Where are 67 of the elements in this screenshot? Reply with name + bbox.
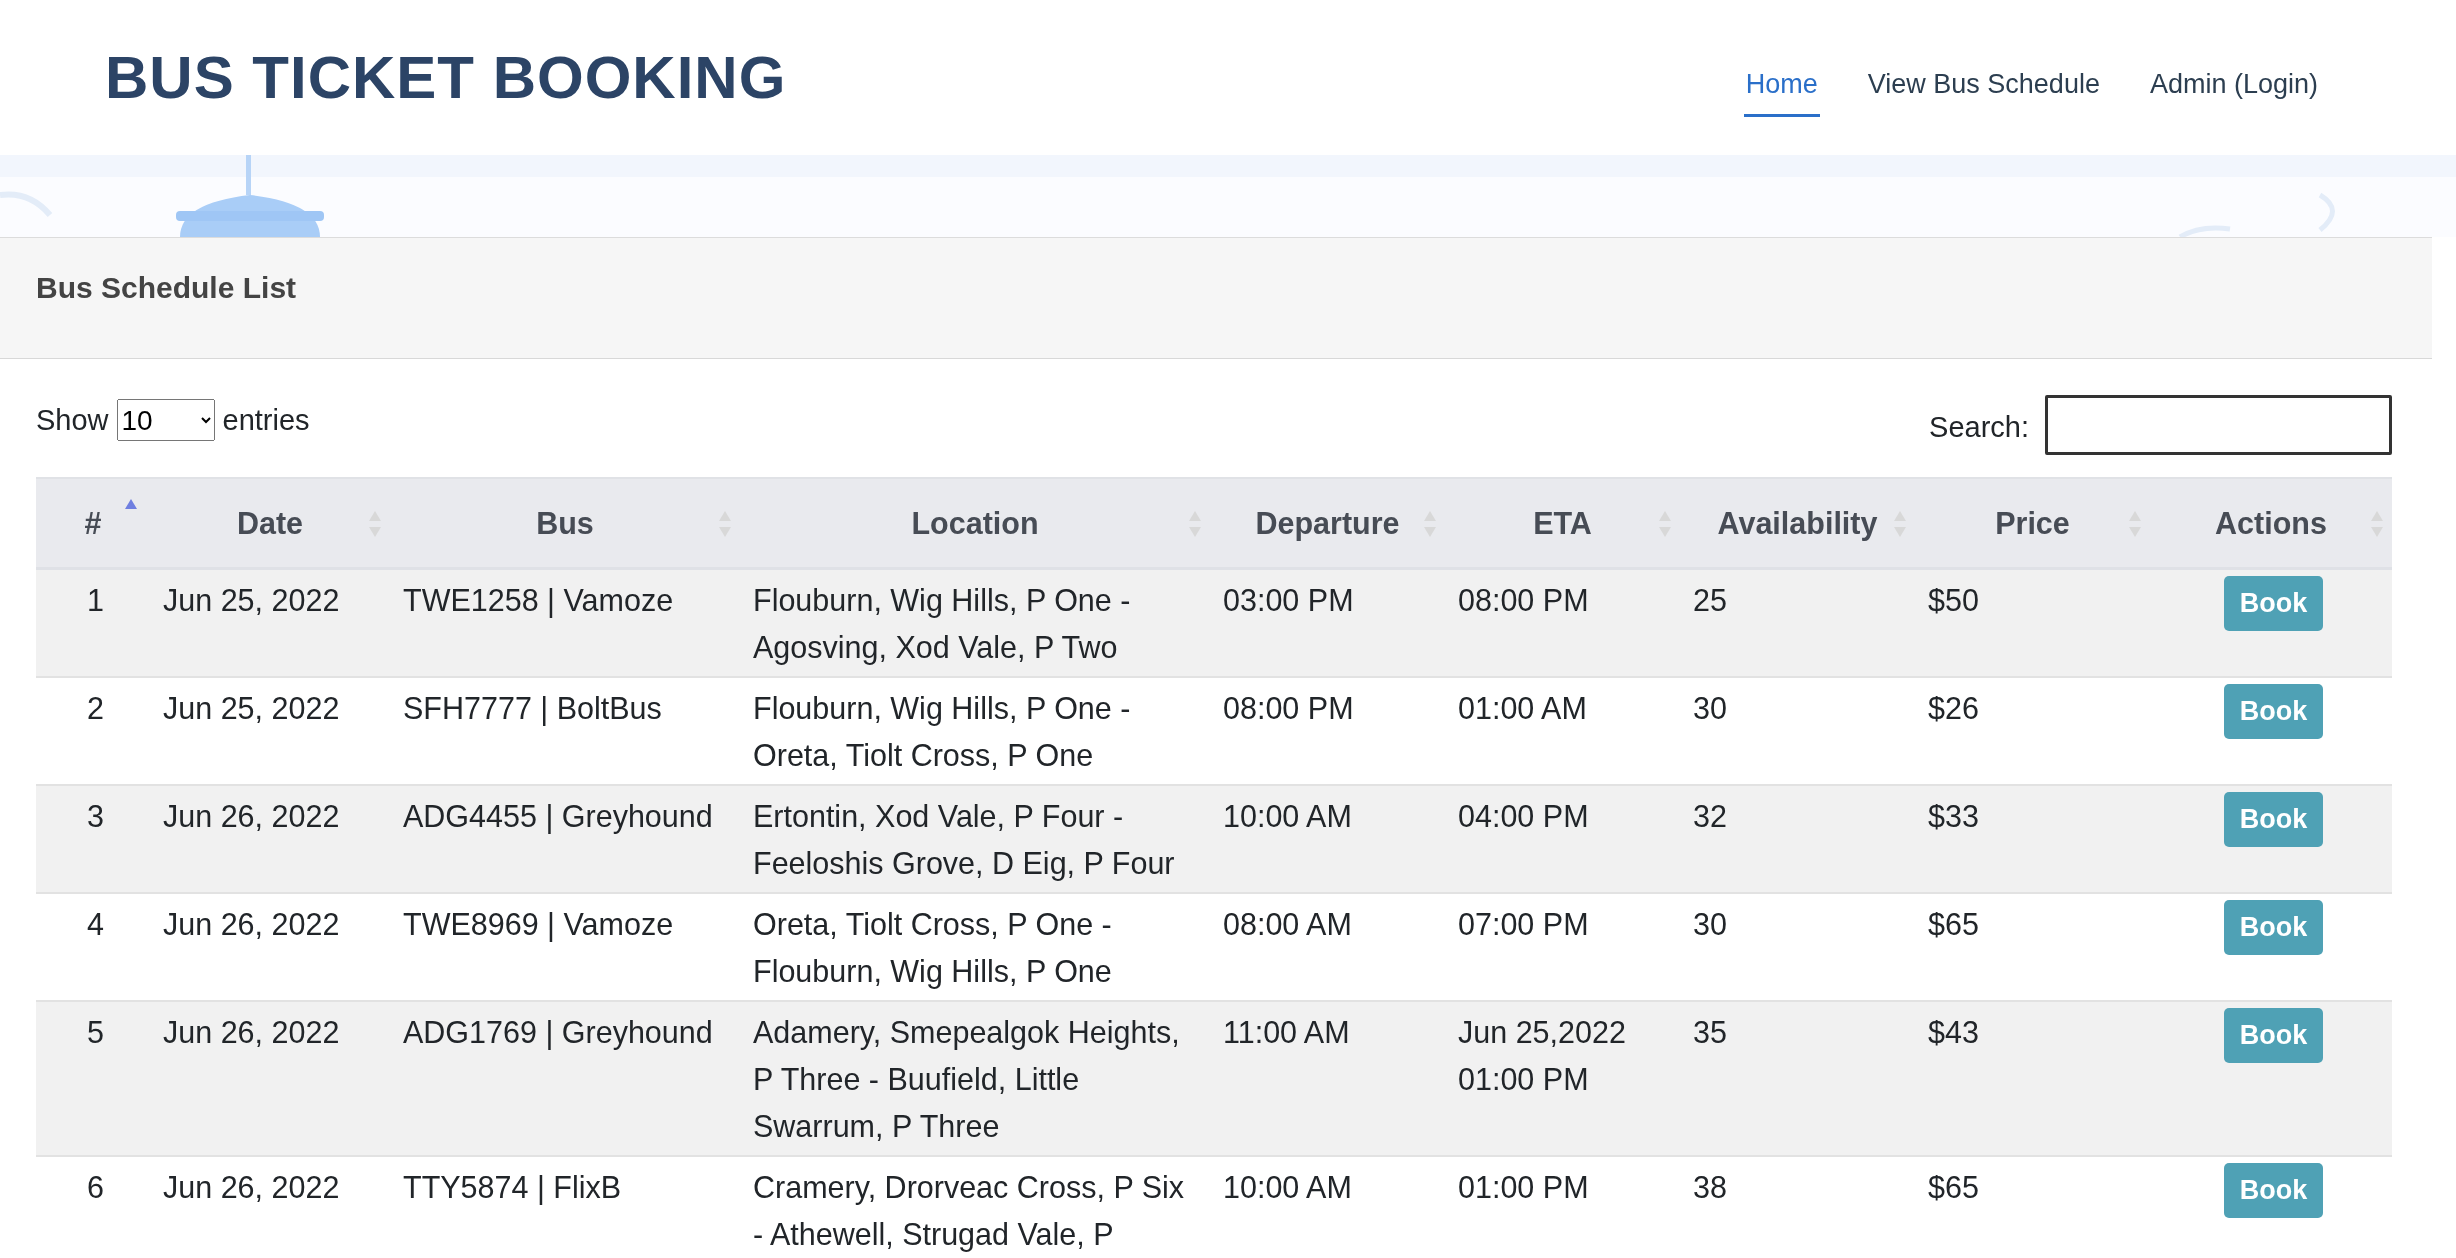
table-cell: Jun 25, 2022: [163, 583, 340, 617]
show-label: Show: [36, 403, 109, 437]
table-cell: 4: [87, 907, 104, 941]
table-cell: 08:00 PM: [1458, 583, 1589, 617]
search-label: Search:: [1929, 410, 2029, 444]
table-cell: $50: [1928, 583, 1979, 617]
table-cell: Jun 25, 2022: [163, 691, 340, 725]
table-cell: 08:00 PM: [1223, 691, 1354, 725]
table-cell: 01:00 AM: [1458, 691, 1587, 725]
column-header[interactable]: Availability: [1680, 478, 1915, 569]
site-title: BUS TICKET BOOKING: [105, 43, 787, 112]
column-header[interactable]: Location: [740, 478, 1210, 569]
table-cell: Jun 26, 2022: [163, 1015, 340, 1049]
table-cell: 30: [1693, 907, 1727, 941]
nav-link[interactable]: View Bus Schedule: [1865, 58, 2102, 117]
table-cell: 38: [1693, 1170, 1727, 1204]
column-header[interactable]: Departure: [1210, 478, 1445, 569]
table-cell: Flouburn, Wig Hills, P One - Oreta, Tiolt Cross, P One: [753, 691, 1131, 772]
table-cell: Cramery, Drorveac Cross, P Six - Athewell, Strugad Vale, P: [753, 1170, 1185, 1251]
table-cell: TTY5874 | FlixB: [403, 1170, 622, 1204]
table-cell: 32: [1693, 799, 1727, 833]
table-cell: Oreta, Tiolt Cross, P One - Flouburn, Wig Hills, P One: [753, 907, 1112, 988]
table-cell: $26: [1928, 691, 1979, 725]
table-cell: 25: [1693, 583, 1727, 617]
table-cell: 2: [87, 691, 104, 725]
table-cell: Adamery, Smepealgok Heights, P Three - Buufield, Little Swarrum, P Three: [753, 1015, 1180, 1143]
table-cell: 30: [1693, 691, 1727, 725]
entries-select[interactable]: 10: [116, 399, 215, 441]
table-cell: $65: [1928, 907, 1979, 941]
table-cell: 3: [87, 799, 104, 833]
table-cell: 08:00 AM: [1223, 907, 1352, 941]
table-cell: $65: [1928, 1170, 1979, 1204]
table-cell: Flouburn, Wig Hills, P One - Agosving, Xod Vale, P Two: [753, 583, 1131, 664]
table-cell: 35: [1693, 1015, 1727, 1049]
nav-link[interactable]: Home: [1743, 58, 1820, 117]
column-header[interactable]: Price: [1915, 478, 2150, 569]
table-cell: Jun 26, 2022: [163, 1170, 340, 1204]
table-cell: $43: [1928, 1015, 1979, 1049]
column-header[interactable]: Date: [150, 478, 390, 569]
panel-title: Bus Schedule List: [36, 271, 298, 305]
table-cell: 01:00 PM: [1458, 1170, 1589, 1204]
table-cell: Ertontin, Xod Vale, P Four - Feeloshis Grove, D Eig, P Four: [753, 799, 1175, 880]
column-header[interactable]: Bus: [390, 478, 740, 569]
nav-link[interactable]: Admin (Login): [2147, 58, 2320, 117]
table-cell: Jun 26, 2022: [163, 907, 340, 941]
table-cell: $33: [1928, 799, 1979, 833]
table-cell: ADG1769 | Greyhound: [403, 1015, 713, 1049]
table-cell: 10:00 AM: [1223, 1170, 1352, 1204]
column-header[interactable]: ETA: [1445, 478, 1680, 569]
table-cell: 11:00 AM: [1223, 1015, 1350, 1049]
column-header[interactable]: Actions: [2150, 478, 2392, 569]
entries-label: entries: [222, 403, 310, 437]
table-cell: 6: [87, 1170, 104, 1204]
table-cell: ADG4455 | Greyhound: [403, 799, 713, 833]
table-cell: 5: [87, 1015, 104, 1049]
column-header[interactable]: #: [36, 478, 150, 569]
table-cell: Jun 25,2022 01:00 PM: [1458, 1015, 1626, 1096]
table-cell: 07:00 PM: [1458, 907, 1589, 941]
table-cell: 04:00 PM: [1458, 799, 1589, 833]
table-cell: 1: [87, 583, 104, 617]
table-cell: TWE1258 | Vamoze: [403, 583, 674, 617]
table-cell: 10:00 AM: [1223, 799, 1352, 833]
table-cell: 03:00 PM: [1223, 583, 1354, 617]
table-cell: Jun 26, 2022: [163, 799, 340, 833]
search-field[interactable]: [2045, 395, 2392, 455]
table-cell: TWE8969 | Vamoze: [403, 907, 674, 941]
table-cell: SFH7777 | BoltBus: [403, 691, 662, 725]
